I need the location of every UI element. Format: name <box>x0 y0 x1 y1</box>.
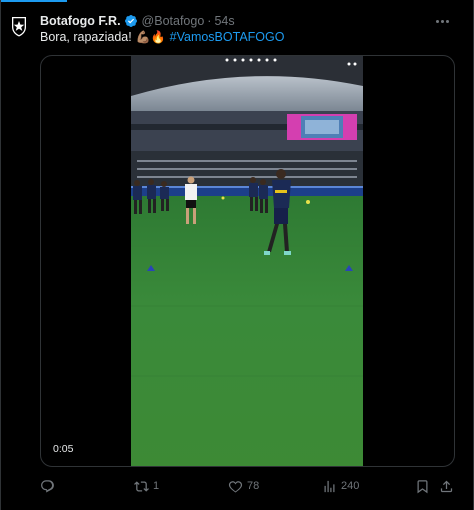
more-options-icon[interactable] <box>433 12 451 30</box>
video-player[interactable]: 0:05 <box>40 55 455 467</box>
avatar[interactable] <box>5 12 33 40</box>
reply-icon <box>41 479 54 492</box>
like-button[interactable]: 78 <box>228 476 259 496</box>
separator-dot: · <box>207 14 212 28</box>
video-frame[interactable] <box>131 56 363 466</box>
tweet-container[interactable]: Botafogo F.R. @Botafogo · 54s Bora, rapa… <box>0 0 474 510</box>
retweet-icon <box>134 480 149 492</box>
verified-badge-icon <box>124 15 137 27</box>
botafogo-crest-icon <box>5 12 33 40</box>
video-duration: 0:05 <box>53 443 74 455</box>
tweet-text-main: Bora, rapaziada! <box>40 30 132 44</box>
stadium-training-scene <box>131 56 363 466</box>
heart-icon <box>228 480 243 492</box>
author-handle[interactable]: @Botafogo <box>142 14 205 28</box>
tweet-header: Botafogo F.R. @Botafogo · 54s <box>40 12 235 30</box>
like-count: 78 <box>247 480 260 492</box>
views-button[interactable]: 240 <box>322 476 359 496</box>
timestamp[interactable]: 54s <box>214 14 234 28</box>
share-icon <box>440 480 453 492</box>
reply-button[interactable] <box>40 476 59 496</box>
bookmark-icon <box>417 479 428 493</box>
share-button[interactable] <box>439 476 454 496</box>
retweet-count: 1 <box>153 480 160 492</box>
retweet-button[interactable]: 1 <box>134 476 159 496</box>
views-count: 240 <box>341 480 360 492</box>
top-accent-bar <box>1 0 67 2</box>
tweet-text: Bora, rapaziada! 💪🏽🔥 #VamosBOTAFOGO <box>40 29 284 45</box>
bookmark-button[interactable] <box>415 476 430 496</box>
emoji-strong-fire: 💪🏽🔥 <box>135 30 166 44</box>
author-name[interactable]: Botafogo F.R. <box>40 14 121 28</box>
tweet-action-bar: 1 78 240 <box>40 476 455 496</box>
hashtag-link[interactable]: #VamosBOTAFOGO <box>170 30 285 44</box>
views-chart-icon <box>324 480 335 492</box>
